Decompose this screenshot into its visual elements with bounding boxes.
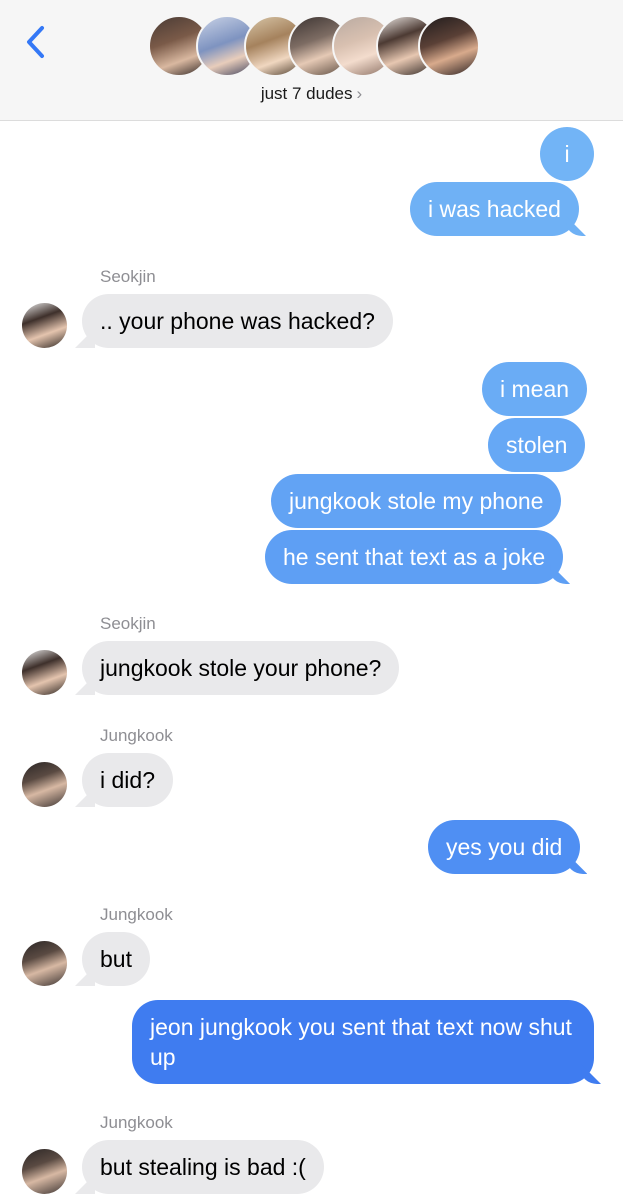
message-text: he sent that text as a joke bbox=[283, 544, 546, 570]
message-text: jeon jungkook you sent that text now shu… bbox=[150, 1014, 572, 1070]
message-bubble[interactable]: i was hacked bbox=[410, 182, 579, 236]
sender-label: Seokjin bbox=[100, 267, 156, 286]
group-avatars[interactable] bbox=[148, 15, 480, 78]
back-button[interactable] bbox=[22, 22, 52, 62]
message-bubble[interactable]: jungkook stole my phone bbox=[271, 474, 562, 528]
message-bubble[interactable]: stolen bbox=[488, 418, 586, 472]
sender-label: Seokjin bbox=[100, 614, 156, 633]
member-avatar-7 bbox=[418, 15, 480, 77]
message-text: jungkook stole your phone? bbox=[100, 655, 382, 681]
chevron-left-icon bbox=[27, 26, 44, 58]
message-bubble[interactable]: yes you did bbox=[428, 820, 581, 874]
avatar bbox=[22, 1149, 67, 1194]
message-text: stolen bbox=[506, 432, 568, 458]
message-text: but stealing is bad :( bbox=[100, 1154, 306, 1180]
message-bubble[interactable]: he sent that text as a joke bbox=[265, 530, 564, 584]
message-text: i mean bbox=[500, 376, 570, 402]
sender-label: Jungkook bbox=[100, 1113, 173, 1132]
message-text: jungkook stole my phone bbox=[289, 488, 544, 514]
message-text: i was hacked bbox=[428, 196, 561, 222]
chevron-right-icon: › bbox=[356, 84, 363, 103]
message-bubble[interactable]: jungkook stole your phone? bbox=[82, 641, 400, 695]
group-name[interactable]: just 7 dudes › bbox=[0, 84, 623, 104]
message-bubble[interactable]: .. your phone was hacked? bbox=[82, 294, 393, 348]
avatar bbox=[22, 762, 67, 807]
message-text: .. your phone was hacked? bbox=[100, 308, 375, 334]
conversation-header: just 7 dudes › bbox=[0, 0, 623, 121]
avatar bbox=[22, 941, 67, 986]
message-text: i bbox=[564, 141, 570, 167]
message-bubble[interactable]: i bbox=[540, 127, 594, 181]
sender-label: Jungkook bbox=[100, 726, 173, 745]
avatar bbox=[22, 303, 67, 348]
sender-label: Jungkook bbox=[100, 905, 173, 924]
avatar bbox=[22, 650, 67, 695]
message-text: i did? bbox=[100, 767, 155, 793]
group-name-label: just 7 dudes bbox=[260, 84, 353, 103]
message-text: yes you did bbox=[446, 834, 563, 860]
message-bubble[interactable]: jeon jungkook you sent that text now shu… bbox=[132, 1000, 594, 1084]
message-bubble[interactable]: i did? bbox=[82, 753, 173, 807]
message-text: but bbox=[100, 946, 132, 972]
message-bubble[interactable]: but bbox=[82, 932, 150, 986]
message-bubble[interactable]: i mean bbox=[482, 362, 588, 416]
message-thread[interactable]: i i was hacked Seokjin .. your phone was… bbox=[0, 122, 623, 1200]
message-bubble[interactable]: but stealing is bad :( bbox=[82, 1140, 324, 1194]
